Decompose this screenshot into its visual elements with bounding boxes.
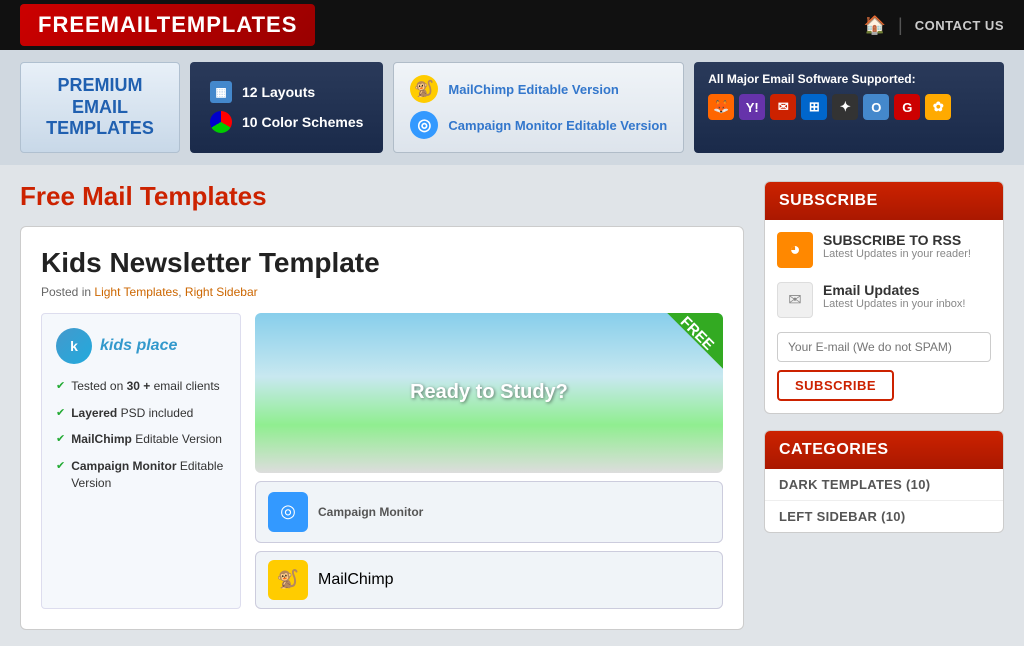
color-label: 10 Color Schemes — [242, 114, 363, 130]
preview-right: Ready to Study? FREE ◎ Campaign Monitor … — [255, 313, 723, 609]
banner-software-title: All Major Email Software Supported: — [708, 72, 990, 86]
rss-icon: ◕ — [777, 232, 813, 268]
subscribe-button[interactable]: SUBSCRIBE — [777, 370, 894, 401]
mailchimp-item[interactable]: 🐒 MailChimp Editable Version — [410, 75, 667, 103]
grid-icon: ▦ — [210, 81, 232, 103]
email-updates-text: Email Updates Latest Updates in your inb… — [823, 282, 965, 310]
categories-section: CATEGORIES DARK TEMPLATES (10) LEFT SIDE… — [764, 430, 1004, 533]
mailchimp-badge-text: MailChimp — [318, 571, 394, 589]
hotmail-icon: ✉ — [770, 94, 796, 120]
article-card: Kids Newsletter Template Posted in Light… — [20, 226, 744, 630]
campaign-monitor-badge-icon: ◎ — [268, 492, 308, 532]
rss-title: SUBSCRIBE TO RSS — [823, 232, 971, 248]
campaign-item[interactable]: ◎ Campaign Monitor Editable Version — [410, 111, 667, 139]
mailchimp-icon: 🐒 — [410, 75, 438, 103]
feature-text-2: Layered PSD included — [71, 405, 193, 422]
logo-area[interactable]: FREEMAILTEMPLATES — [20, 4, 315, 46]
rss-item: ◕ SUBSCRIBE TO RSS Latest Updates in you… — [777, 232, 991, 268]
rss-sub: Latest Updates in your reader! — [823, 248, 971, 260]
yahoo-icon: Y! — [739, 94, 765, 120]
lotus-icon: ✿ — [925, 94, 951, 120]
subscribe-section: SUBSCRIBE ◕ SUBSCRIBE TO RSS Latest Upda… — [764, 181, 1004, 414]
tag1-link[interactable]: Light Templates — [94, 285, 178, 299]
categories-title: CATEGORIES — [765, 431, 1003, 469]
check-icon-3: ✔ — [56, 432, 65, 447]
meta-prefix: Posted in — [41, 285, 91, 299]
campaign-icon: ◎ — [410, 111, 438, 139]
rss-text: SUBSCRIBE TO RSS Latest Updates in your … — [823, 232, 971, 260]
software-icons: 🦊 Y! ✉ ⊞ ✦ O G ✿ — [708, 94, 990, 120]
header: FREEMAILTEMPLATES 🏠 | CONTACT US — [0, 0, 1024, 50]
check-icon-2: ✔ — [56, 406, 65, 421]
banner: PREMIUMEMAILTEMPLATES ▦ 12 Layouts 10 Co… — [0, 50, 1024, 165]
mailchimp-label: MailChimp Editable Version — [448, 82, 618, 97]
category-item-left[interactable]: LEFT SIDEBAR (10) — [765, 501, 1003, 532]
article-preview: k kids place ✔ Tested on 30 + email clie… — [41, 313, 723, 609]
home-icon[interactable]: 🏠 — [864, 15, 886, 36]
categories-list: DARK TEMPLATES (10) LEFT SIDEBAR (10) — [765, 469, 1003, 532]
layouts-label: 12 Layouts — [242, 84, 315, 100]
outlook-icon: O — [863, 94, 889, 120]
check-icon-1: ✔ — [56, 379, 65, 394]
check-icon-4: ✔ — [56, 459, 65, 474]
email-sub-icon: ✉ — [777, 282, 813, 318]
kids-brand-text: kids place — [100, 337, 177, 355]
feature-text-1: Tested on 30 + email clients — [71, 378, 219, 395]
sidebar: SUBSCRIBE ◕ SUBSCRIBE TO RSS Latest Upda… — [764, 181, 1004, 630]
feature-text-3: MailChimp Editable Version — [71, 431, 222, 448]
banner-software: All Major Email Software Supported: 🦊 Y!… — [694, 62, 1004, 153]
mailchimp-badge: 🐒 MailChimp — [255, 551, 723, 609]
newsletter-preview-img: Ready to Study? FREE — [255, 313, 723, 473]
category-item-dark[interactable]: DARK TEMPLATES (10) — [765, 469, 1003, 501]
contact-link[interactable]: CONTACT US — [915, 18, 1004, 33]
campaign-badge-text: Campaign Monitor — [318, 505, 423, 519]
apple-icon: ✦ — [832, 94, 858, 120]
preview-headline: Ready to Study? — [410, 381, 568, 404]
main: Free Mail Templates Kids Newsletter Temp… — [0, 165, 1024, 646]
mailchimp-badge-icon: 🐒 — [268, 560, 308, 600]
feature-item-2: ✔ Layered PSD included — [56, 405, 226, 422]
feature-text-4: Campaign Monitor Editable Version — [71, 458, 226, 492]
thunderbird-icon: 🦊 — [708, 94, 734, 120]
header-divider: | — [898, 15, 903, 36]
subscribe-content: ◕ SUBSCRIBE TO RSS Latest Updates in you… — [765, 220, 1003, 413]
logo-text: FREEMAILTEMPLATES — [38, 12, 297, 37]
color-item: 10 Color Schemes — [210, 111, 363, 133]
preview-left: k kids place ✔ Tested on 30 + email clie… — [41, 313, 241, 609]
feature-item-4: ✔ Campaign Monitor Editable Version — [56, 458, 226, 492]
page-title: Free Mail Templates — [20, 181, 744, 212]
article-title: Kids Newsletter Template — [41, 247, 723, 279]
banner-editable: 🐒 MailChimp Editable Version ◎ Campaign … — [393, 62, 684, 153]
email-updates-item: ✉ Email Updates Latest Updates in your i… — [777, 282, 991, 318]
tag2-link[interactable]: Right Sidebar — [185, 285, 258, 299]
kids-logo-icon: k — [56, 328, 92, 364]
subscribe-title: SUBSCRIBE — [765, 182, 1003, 220]
campaign-label: Campaign Monitor Editable Version — [448, 118, 667, 133]
email-updates-title: Email Updates — [823, 282, 965, 298]
feature-item-3: ✔ MailChimp Editable Version — [56, 431, 226, 448]
banner-premium: PREMIUMEMAILTEMPLATES — [20, 62, 180, 153]
header-nav: 🏠 | CONTACT US — [864, 15, 1004, 36]
gmail-icon: G — [894, 94, 920, 120]
windows-icon: ⊞ — [801, 94, 827, 120]
email-updates-sub: Latest Updates in your inbox! — [823, 298, 965, 310]
campaign-badge: ◎ Campaign Monitor — [255, 481, 723, 543]
banner-premium-text: PREMIUMEMAILTEMPLATES — [46, 75, 154, 140]
feature-item-1: ✔ Tested on 30 + email clients — [56, 378, 226, 395]
content-area: Free Mail Templates Kids Newsletter Temp… — [20, 181, 744, 630]
article-meta: Posted in Light Templates, Right Sidebar — [41, 285, 723, 299]
layouts-item: ▦ 12 Layouts — [210, 81, 363, 103]
kids-logo: k kids place — [56, 328, 226, 364]
banner-layouts: ▦ 12 Layouts 10 Color Schemes — [190, 62, 383, 153]
email-input[interactable] — [777, 332, 991, 362]
color-icon — [210, 111, 232, 133]
